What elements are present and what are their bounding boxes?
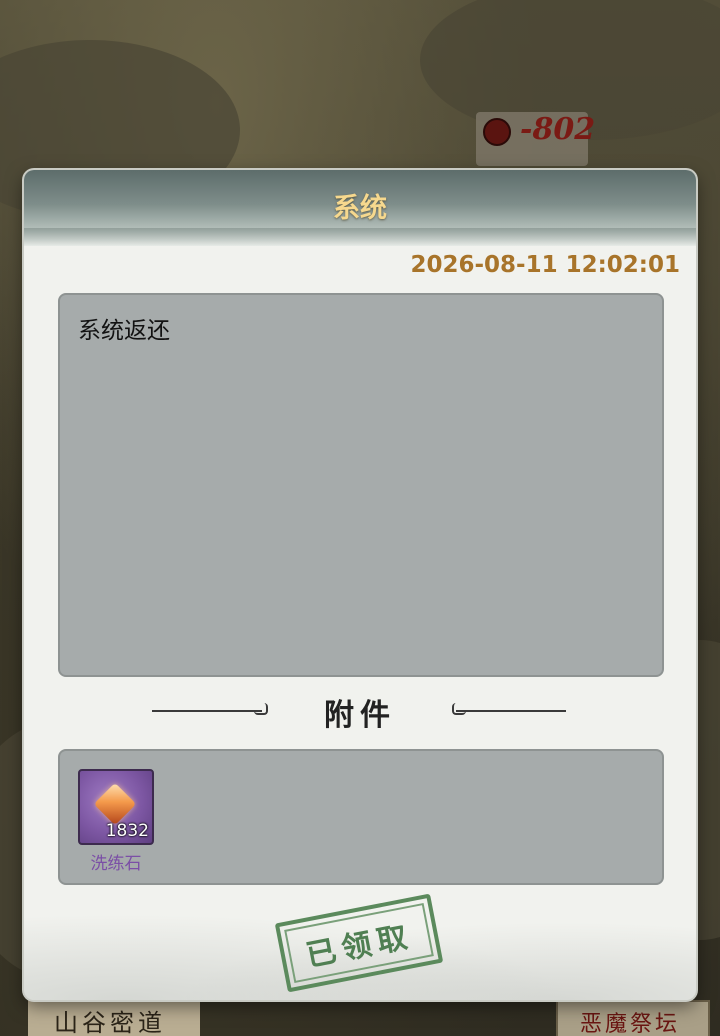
location-label: 山谷密道 <box>54 1009 166 1036</box>
potion-icon <box>483 118 511 146</box>
attachments-box: 1832 洗练石 <box>58 749 664 885</box>
item-count: 1832 <box>105 821 149 841</box>
gem-icon <box>93 782 137 826</box>
divider-hook-ornament <box>452 703 466 715</box>
damage-number: -802 <box>520 112 596 147</box>
attachments-title: 附件 <box>324 698 396 733</box>
header-ink-wash <box>24 228 696 246</box>
attachment-item[interactable]: 1832 洗练石 <box>78 769 154 874</box>
claimed-stamp-label: 已领取 <box>303 918 417 974</box>
item-slot[interactable]: 1832 <box>78 769 154 845</box>
location-label: 恶魔祭坛 <box>580 1012 681 1036</box>
dialog-title: 系统 <box>333 193 387 224</box>
location-sign-left[interactable]: 山谷密道 <box>28 996 200 1036</box>
divider-line <box>456 710 566 712</box>
dialog-header: 系统 <box>24 170 696 246</box>
mail-date: 2026-08-11 12:02:01 <box>410 252 680 278</box>
message-text: 系统返还 <box>78 318 170 344</box>
item-name: 洗练石 <box>90 854 142 874</box>
message-body-box[interactable]: 系统返还 <box>58 293 664 677</box>
mail-detail-dialog: 系统 2026-08-11 12:02:01 系统返还 附件 1832 洗练石 … <box>24 170 696 1000</box>
attachments-header: 附件 <box>24 690 696 733</box>
location-sign-right[interactable]: 恶魔祭坛 <box>556 1000 710 1036</box>
